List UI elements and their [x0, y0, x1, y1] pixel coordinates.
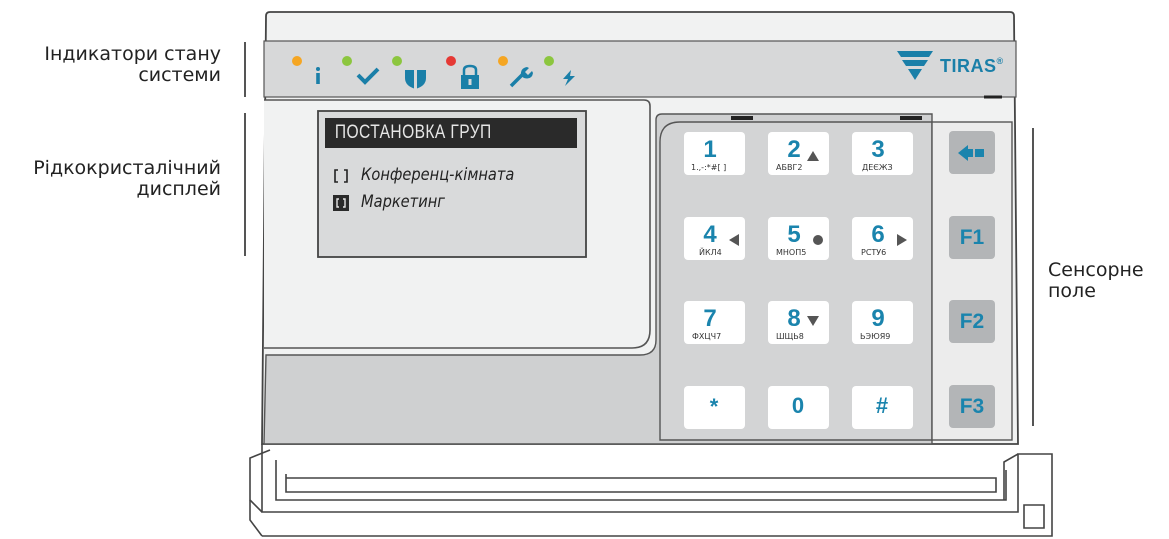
f2-label[interactable]: F2: [949, 310, 995, 334]
key-5-sub: МНОП5: [776, 248, 807, 257]
led-check: [342, 56, 352, 66]
key-9-label[interactable]: 9: [868, 305, 888, 333]
lcd-row-1: Конференц-кімната: [361, 165, 515, 185]
key-6-label[interactable]: 6: [868, 221, 888, 249]
keypad-device: [244, 11, 1053, 537]
device-stand: [249, 444, 1053, 537]
key-5-label[interactable]: 5: [784, 221, 804, 249]
lcd-title: ПОСТАНОВКА ГРУП: [334, 122, 492, 143]
lcd-row-2: Маркетинг: [361, 192, 445, 212]
key-1-label[interactable]: 1: [700, 136, 720, 164]
led-info: [292, 56, 302, 66]
key-3-label[interactable]: 3: [868, 136, 888, 164]
key-hash-label[interactable]: #: [872, 393, 892, 419]
key-7-label[interactable]: 7: [700, 305, 720, 333]
led-lock: [446, 56, 456, 66]
led-power: [544, 56, 554, 66]
brand-name: TIRAS®: [940, 56, 1004, 76]
key-4-sub: ЙКЛ4: [699, 248, 722, 257]
key-0-label[interactable]: 0: [788, 393, 808, 419]
led-wrench: [498, 56, 508, 66]
key-6-sub: РСТУ6: [861, 248, 887, 257]
key-8-label[interactable]: 8: [784, 305, 804, 333]
key-star-label[interactable]: *: [704, 394, 724, 420]
lcd-row-marker-selected: [333, 195, 349, 211]
key-2-sub: АБВГ2: [776, 163, 803, 172]
key-4-label[interactable]: 4: [700, 221, 720, 249]
info-icon: [316, 67, 320, 84]
key-7-sub: ФХЦЧ7: [692, 332, 722, 341]
key-9-sub: ЬЭЮЯ9: [860, 332, 891, 341]
key-8-sub: ШЩЬ8: [776, 332, 804, 341]
key-2-label[interactable]: 2: [784, 136, 804, 164]
key-3-sub: ДЕЄЖЗ: [862, 163, 893, 172]
led-shield: [392, 56, 402, 66]
key-1-sub: 1.,-:*#[ ]: [691, 163, 727, 172]
f3-label[interactable]: F3: [949, 395, 995, 419]
dot-icon: [813, 235, 823, 245]
f1-label[interactable]: F1: [949, 226, 995, 250]
